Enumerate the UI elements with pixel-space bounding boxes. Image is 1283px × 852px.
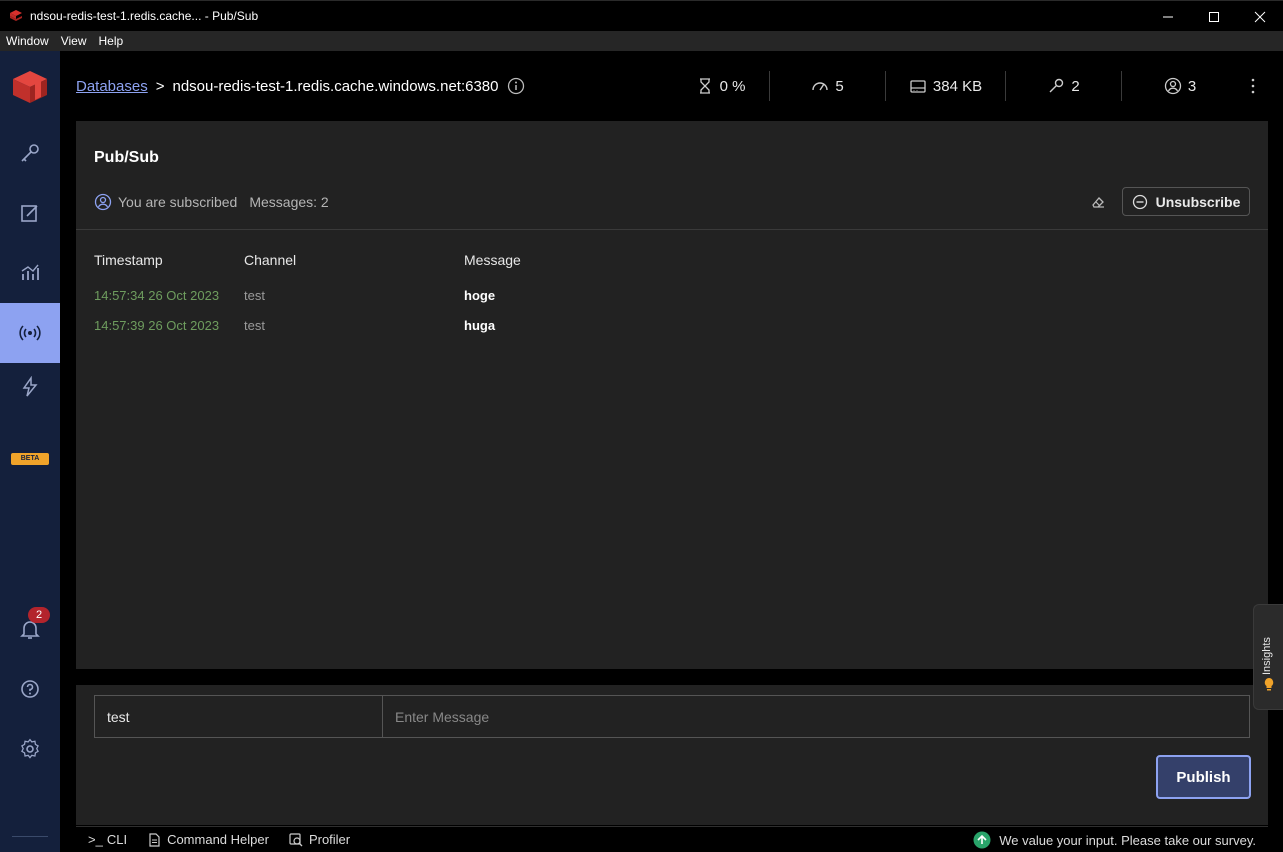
beta-badge: BETA bbox=[11, 453, 49, 465]
sidebar-divider bbox=[12, 836, 48, 837]
profiler-button[interactable]: Profiler bbox=[289, 832, 350, 847]
help-icon bbox=[21, 680, 39, 698]
survey-link[interactable]: We value your input. Please take our sur… bbox=[973, 827, 1256, 852]
page-title: Pub/Sub bbox=[94, 149, 159, 166]
message-channel: test bbox=[244, 288, 265, 303]
lightning-icon bbox=[22, 376, 38, 397]
unsubscribe-label: Unsubscribe bbox=[1155, 193, 1241, 210]
message-channel: test bbox=[244, 318, 265, 333]
cli-label: CLI bbox=[106, 832, 128, 847]
message-text: huga bbox=[464, 318, 496, 333]
memory-icon bbox=[910, 80, 926, 93]
subscription-status: You are subscribed Messages: 2 bbox=[94, 193, 329, 211]
broadcast-icon bbox=[19, 325, 41, 341]
minimize-icon bbox=[1163, 16, 1173, 17]
maximize-button[interactable] bbox=[1191, 1, 1237, 32]
column-header-message: Message bbox=[464, 252, 521, 268]
stat-clients-value: 3 bbox=[1187, 77, 1197, 95]
user-icon bbox=[1164, 77, 1181, 95]
stat-keys: 2 bbox=[1006, 71, 1122, 101]
stat-cpu-value: 0 % bbox=[719, 77, 746, 95]
menu-window[interactable]: Window bbox=[0, 31, 55, 51]
chart-icon bbox=[21, 264, 39, 280]
pubsub-panel: Pub/Sub You are subscribed Messages: 2 U… bbox=[76, 121, 1268, 669]
breadcrumb-database-name: ndsou-redis-test-1.redis.cache.windows.n… bbox=[172, 77, 499, 95]
stat-keys-value: 2 bbox=[1071, 77, 1080, 95]
sidebar-item-analysis[interactable] bbox=[0, 243, 60, 303]
breadcrumb-databases-link[interactable]: Databases bbox=[76, 78, 148, 95]
close-button[interactable] bbox=[1237, 1, 1283, 32]
stat-ops-value: 5 bbox=[835, 77, 844, 95]
clear-messages-eraser-icon[interactable] bbox=[1090, 194, 1106, 210]
edit-icon bbox=[21, 205, 38, 222]
document-icon bbox=[149, 832, 160, 847]
message-row: 14:57:39 26 Oct 2023 test huga bbox=[76, 318, 1268, 338]
cli-button[interactable]: >_ CLI bbox=[88, 832, 127, 847]
publish-form: Publish bbox=[76, 685, 1268, 825]
sidebar-item-workbench[interactable] bbox=[0, 183, 60, 243]
stat-memory-value: 384 KB bbox=[932, 77, 983, 95]
menu-view[interactable]: View bbox=[55, 31, 93, 51]
redis-insight-logo-icon[interactable] bbox=[11, 69, 49, 105]
command-helper-button[interactable]: Command Helper bbox=[147, 832, 269, 847]
message-input[interactable] bbox=[382, 695, 1250, 738]
stat-clients: 3 bbox=[1122, 71, 1238, 101]
sidebar-item-settings[interactable] bbox=[0, 719, 60, 779]
survey-text: We value your input. Please take our sur… bbox=[999, 832, 1256, 848]
minimize-button[interactable] bbox=[1145, 1, 1191, 32]
notification-count-badge: 2 bbox=[28, 607, 50, 623]
key-icon bbox=[21, 144, 39, 162]
message-timestamp: 14:57:34 26 Oct 2023 bbox=[94, 288, 220, 303]
breadcrumb-separator: > bbox=[155, 77, 165, 95]
message-row: 14:57:34 26 Oct 2023 test hoge bbox=[76, 288, 1268, 308]
info-icon[interactable] bbox=[507, 77, 525, 95]
window-title: ndsou-redis-test-1.redis.cache... - Pub/… bbox=[30, 9, 259, 23]
stat-cpu: 0 % bbox=[672, 71, 770, 101]
sidebar: BETA 2 bbox=[0, 51, 60, 852]
subscribed-user-icon bbox=[94, 193, 112, 211]
main-area: Databases > ndsou-redis-test-1.redis.cac… bbox=[60, 51, 1283, 852]
sidebar-item-triggered-functions[interactable] bbox=[0, 363, 60, 423]
redis-logo-icon bbox=[10, 10, 22, 21]
stat-ops: 5 bbox=[770, 71, 886, 101]
profiler-search-icon bbox=[289, 832, 303, 846]
minus-circle-icon bbox=[1132, 194, 1147, 209]
menu-bar: Window View Help bbox=[0, 31, 1283, 51]
lightbulb-icon bbox=[1264, 678, 1274, 691]
subscribed-text: You are subscribed bbox=[118, 194, 238, 210]
sidebar-item-pubsub[interactable] bbox=[0, 303, 60, 363]
hourglass-icon bbox=[699, 78, 710, 94]
insights-label: Insights bbox=[1261, 637, 1273, 675]
menu-help[interactable]: Help bbox=[92, 31, 129, 51]
message-text: hoge bbox=[464, 288, 496, 303]
profiler-label: Profiler bbox=[308, 832, 351, 847]
sidebar-item-browser[interactable] bbox=[0, 123, 60, 183]
key-icon bbox=[1049, 78, 1064, 93]
publish-button[interactable]: Publish bbox=[1156, 755, 1251, 799]
stat-memory: 384 KB bbox=[886, 71, 1006, 101]
panel-divider bbox=[76, 229, 1268, 230]
column-header-channel: Channel bbox=[244, 252, 297, 268]
command-helper-label: Command Helper bbox=[167, 832, 269, 847]
unsubscribe-button[interactable]: Unsubscribe bbox=[1122, 187, 1250, 216]
title-bar: ndsou-redis-test-1.redis.cache... - Pub/… bbox=[0, 0, 1283, 31]
survey-icon bbox=[973, 831, 991, 849]
more-options-button[interactable] bbox=[1238, 71, 1268, 101]
column-header-timestamp: Timestamp bbox=[94, 252, 163, 268]
sidebar-item-help[interactable] bbox=[0, 659, 60, 719]
message-count: Messages: 2 bbox=[249, 194, 329, 210]
bottom-bar: >_ CLI Command Helper Profiler We value … bbox=[76, 826, 1268, 852]
message-timestamp: 14:57:39 26 Oct 2023 bbox=[94, 318, 220, 333]
db-header: Databases > ndsou-redis-test-1.redis.cac… bbox=[76, 67, 1268, 105]
cli-prompt-icon: >_ bbox=[88, 832, 103, 847]
close-icon bbox=[1254, 11, 1266, 22]
speedometer-icon bbox=[812, 82, 829, 91]
channel-input[interactable] bbox=[94, 695, 383, 738]
gear-icon bbox=[21, 738, 39, 759]
db-stats: 0 % 5 384 KB 2 3 bbox=[672, 67, 1268, 105]
maximize-icon bbox=[1209, 11, 1219, 22]
kebab-menu-icon bbox=[1251, 78, 1255, 94]
insights-tab[interactable]: Insights bbox=[1253, 604, 1283, 710]
